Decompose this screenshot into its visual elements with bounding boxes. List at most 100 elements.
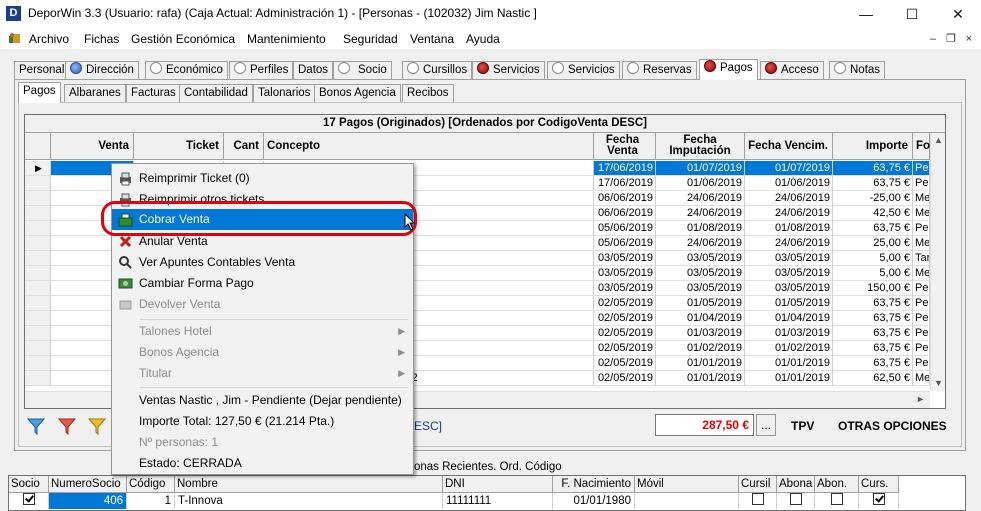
otras-opciones-button[interactable]: OTRAS OPCIONES: [838, 419, 947, 433]
row-indicator[interactable]: [25, 371, 51, 386]
header-abon[interactable]: Abon.: [815, 476, 859, 493]
menu-mantenimiento[interactable]: Mantenimiento: [247, 32, 326, 46]
menu-bonos-agencia[interactable]: Bonos Agencia ▶: [112, 342, 413, 363]
tab-acceso[interactable]: Acceso: [760, 61, 824, 79]
header-dni[interactable]: DNI: [443, 476, 553, 493]
cell-forma[interactable]: Per: [913, 296, 930, 311]
row-indicator[interactable]: [25, 356, 51, 371]
cell-vencim[interactable]: 01/02/2019: [745, 341, 833, 356]
cell-forma[interactable]: Per: [913, 341, 930, 356]
cell-vencim[interactable]: 01/04/2019: [745, 311, 833, 326]
cell-fecha_venta[interactable]: 02/05/2019: [594, 356, 656, 371]
tab-notas[interactable]: Notas: [829, 61, 886, 79]
subtab-talonarios[interactable]: Talonarios: [253, 84, 316, 102]
menu-reimprimir-ticket[interactable]: Reimprimir Ticket (0): [112, 168, 413, 189]
cell-imputacion[interactable]: 03/05/2019: [656, 251, 745, 266]
cell-importe[interactable]: -25,00 €: [833, 191, 913, 206]
cursil-checkbox[interactable]: [751, 493, 764, 505]
abona-checkbox[interactable]: [789, 493, 802, 505]
cell-forma[interactable]: Per: [913, 356, 930, 371]
cell-vencim[interactable]: 01/08/2019: [745, 221, 833, 236]
subtab-recibos[interactable]: Recibos: [402, 84, 454, 102]
scroll-down-icon[interactable]: ▼: [931, 376, 945, 391]
header-ticket[interactable]: Ticket: [134, 133, 224, 160]
filter-yellow-icon[interactable]: [87, 418, 107, 439]
cell-imputacion[interactable]: 01/08/2019: [656, 221, 745, 236]
maximize-button[interactable]: ☐: [889, 0, 935, 29]
cell-forma[interactable]: Per: [913, 281, 930, 296]
cell-imputacion[interactable]: 01/07/2019: [656, 161, 745, 176]
cell-imputacion[interactable]: 01/03/2019: [656, 326, 745, 341]
cell-vencim[interactable]: 03/05/2019: [745, 281, 833, 296]
menu-titular[interactable]: Titular ▶: [112, 363, 413, 384]
cell-forma[interactable]: Per: [913, 311, 930, 326]
cell-fecha_venta[interactable]: 03/05/2019: [594, 251, 656, 266]
filter-red-icon[interactable]: [57, 418, 77, 439]
header-forma-pago[interactable]: For: [913, 133, 935, 160]
scroll-right-icon[interactable]: ►: [913, 392, 928, 407]
nombre-cell[interactable]: T-Innova: [175, 493, 443, 509]
cell-vencim[interactable]: 03/05/2019: [745, 251, 833, 266]
header-f-nacimiento[interactable]: F. Nacimiento: [553, 476, 635, 493]
abona-cell[interactable]: [777, 493, 815, 509]
cell-importe[interactable]: 150,00 €: [833, 281, 913, 296]
cell-vencim[interactable]: 03/05/2019: [745, 266, 833, 281]
menu-cambiar-forma-pago[interactable]: Cambiar Forma Pago: [112, 273, 413, 294]
cell-imputacion[interactable]: 24/06/2019: [656, 191, 745, 206]
menu-ayuda[interactable]: Ayuda: [466, 32, 500, 46]
cell-fecha_venta[interactable]: 02/05/2019: [594, 326, 656, 341]
cell-imputacion[interactable]: 01/06/2019: [656, 176, 745, 191]
cell-fecha_venta[interactable]: 02/05/2019: [594, 371, 656, 386]
cursil-cell[interactable]: [739, 493, 777, 509]
header-fecha-imputacion[interactable]: Fecha Imputación: [656, 133, 745, 160]
cell-fecha_venta[interactable]: 17/06/2019: [594, 176, 656, 191]
mdi-restore-button[interactable]: ❐: [944, 32, 958, 46]
cell-importe[interactable]: 25,00 €: [833, 236, 913, 251]
cell-importe[interactable]: 63,75 €: [833, 326, 913, 341]
menu-talones-hotel[interactable]: Talones Hotel ▶: [112, 321, 413, 342]
cell-fecha_venta[interactable]: 03/05/2019: [594, 266, 656, 281]
header-numero-socio[interactable]: NumeroSocio: [49, 476, 127, 493]
menu-archivo[interactable]: Archivo: [29, 32, 69, 46]
tab-cursillos[interactable]: Cursillos: [402, 61, 473, 79]
tab-datos[interactable]: Datos: [293, 61, 334, 79]
abon-checkbox[interactable]: [830, 493, 843, 505]
menu-seguridad[interactable]: Seguridad: [343, 32, 398, 46]
socio-checkbox[interactable]: [22, 493, 35, 505]
cell-vencim[interactable]: 24/06/2019: [745, 191, 833, 206]
grid-vertical-scrollbar[interactable]: ▲ ▼: [930, 133, 945, 391]
cell-imputacion[interactable]: 03/05/2019: [656, 266, 745, 281]
row-indicator[interactable]: [25, 296, 51, 311]
header-codigo[interactable]: Código: [127, 476, 175, 493]
nacimiento-cell[interactable]: 01/01/1980: [553, 493, 635, 509]
menu-estado[interactable]: Estado: CERRADA: [112, 453, 413, 474]
header-concepto[interactable]: Concepto: [264, 133, 594, 160]
cell-forma[interactable]: Per: [913, 176, 930, 191]
numero-socio-cell[interactable]: 406: [49, 493, 127, 509]
cell-imputacion[interactable]: 01/05/2019: [656, 296, 745, 311]
abon-cell[interactable]: [815, 493, 859, 509]
curs-cell[interactable]: [859, 493, 899, 509]
menu-devolver-venta[interactable]: Devolver Venta: [112, 294, 413, 315]
header-fecha-venta[interactable]: Fecha Venta: [594, 133, 656, 160]
cell-vencim[interactable]: 24/06/2019: [745, 206, 833, 221]
header-importe[interactable]: Importe: [833, 133, 913, 160]
cell-imputacion[interactable]: 24/06/2019: [656, 236, 745, 251]
cell-importe[interactable]: 63,75 €: [833, 356, 913, 371]
header-abona[interactable]: Abona: [777, 476, 815, 493]
tab-personal[interactable]: Personal: [14, 61, 70, 79]
more-button[interactable]: ...: [756, 414, 776, 436]
header-cursil[interactable]: Cursil: [739, 476, 777, 493]
tab-perfiles[interactable]: Perfiles: [229, 61, 294, 79]
row-indicator[interactable]: [25, 206, 51, 221]
row-indicator[interactable]: [25, 281, 51, 296]
mdi-minimize-button[interactable]: –: [926, 32, 940, 46]
tab-reservas[interactable]: Reservas: [622, 61, 697, 79]
subtab-facturas[interactable]: Facturas: [126, 84, 181, 102]
cell-imputacion[interactable]: 01/01/2019: [656, 371, 745, 386]
cell-importe[interactable]: 63,75 €: [833, 296, 913, 311]
cell-fecha_venta[interactable]: 02/05/2019: [594, 311, 656, 326]
cell-fecha_venta[interactable]: 02/05/2019: [594, 296, 656, 311]
cell-imputacion[interactable]: 01/04/2019: [656, 311, 745, 326]
cell-vencim[interactable]: 24/06/2019: [745, 236, 833, 251]
